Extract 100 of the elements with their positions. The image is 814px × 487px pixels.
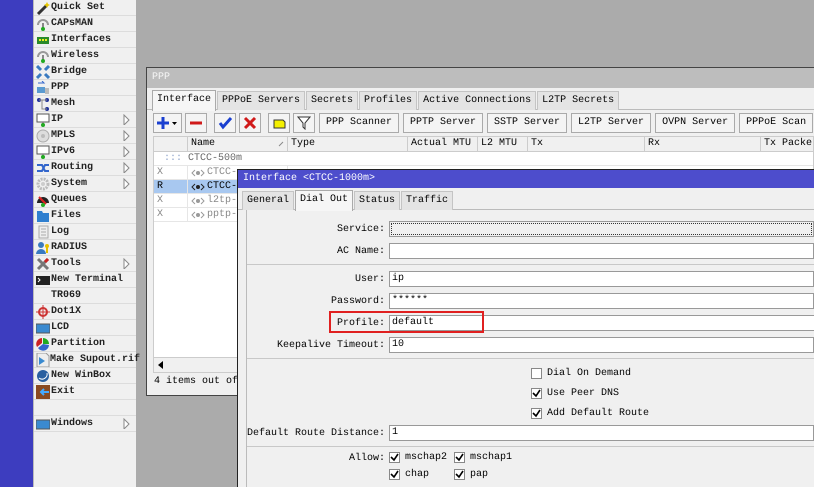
menu-item[interactable]: Dot1X	[34, 304, 136, 320]
checkbox[interactable]	[389, 452, 400, 463]
column-header[interactable]: Actual MTU	[408, 137, 478, 151]
column-header[interactable]: L2 MTU	[478, 137, 528, 151]
tab[interactable]: Active Connections	[418, 91, 536, 110]
input-field[interactable]: ip	[389, 271, 814, 287]
mesh-icon	[36, 96, 50, 110]
input-field[interactable]: default	[389, 315, 814, 331]
column-header[interactable]: Tx Packe	[761, 137, 814, 151]
submenu-arrow-icon	[123, 114, 130, 125]
menu-item[interactable]: RADIUS	[34, 240, 136, 256]
window-title: Interface <CTCC-1000m>	[238, 170, 814, 188]
checkbox[interactable]	[454, 469, 465, 480]
toolbar-button[interactable]: PPP Scanner	[319, 113, 400, 133]
tab[interactable]: Profiles	[359, 91, 418, 110]
checkbox[interactable]	[531, 408, 542, 418]
field-label: Keepalive Timeout:	[276, 340, 385, 350]
user-key-icon	[36, 240, 50, 254]
remove-button[interactable]	[185, 113, 207, 133]
column-header[interactable]: Type	[288, 137, 408, 151]
menu-item[interactable]: Mesh	[34, 96, 136, 112]
check-icon	[218, 116, 232, 130]
enable-button[interactable]	[214, 113, 236, 133]
input-field[interactable]: 1	[389, 425, 814, 441]
column-header[interactable]: Rx	[645, 137, 761, 151]
tab[interactable]: Traffic	[401, 191, 454, 210]
add-button[interactable]	[153, 113, 182, 133]
checkbox[interactable]	[531, 368, 542, 378]
menu-item[interactable]: Windows	[34, 416, 136, 432]
checkbox-label: chap	[405, 469, 430, 480]
disable-button[interactable]	[239, 113, 261, 133]
antenna-icon	[36, 16, 50, 30]
tab[interactable]: Dial Out	[295, 190, 354, 211]
menu-item[interactable]: Routing	[34, 160, 136, 176]
tab[interactable]: Status	[354, 191, 400, 210]
link-icon	[191, 182, 205, 190]
field-label: Default Route Distance:	[246, 428, 385, 438]
input-field[interactable]: ******	[389, 293, 814, 309]
input-field[interactable]	[389, 243, 814, 259]
menu-item[interactable]: IP	[34, 112, 136, 128]
tab[interactable]: L2TP Secrets	[537, 91, 620, 110]
horizontal-scrollbar[interactable]	[154, 357, 239, 372]
globe-icon	[36, 368, 50, 382]
checkbox[interactable]	[389, 469, 400, 480]
menu-item[interactable]: CAPsMAN	[34, 16, 136, 32]
comment-button[interactable]	[268, 113, 290, 133]
file-arrow-icon	[36, 352, 50, 366]
menu-item[interactable]: New WinBox	[34, 368, 136, 384]
scroll-left-icon	[158, 361, 164, 369]
comment-row-text: ::: CTCC-500m	[163, 152, 242, 165]
menu-item[interactable]: Tools	[34, 256, 136, 272]
table-cell: X	[154, 208, 188, 221]
arrows-icon	[36, 64, 50, 78]
plus-icon	[157, 116, 178, 130]
menu-item[interactable]: Partition	[34, 336, 136, 352]
menu-item[interactable]: Wireless	[34, 48, 136, 64]
column-header[interactable]: Tx	[528, 137, 645, 151]
menu-item[interactable]: Exit	[34, 384, 136, 400]
checkbox[interactable]	[454, 452, 465, 463]
toolbar-button[interactable]: PPPoE Scan	[739, 113, 814, 133]
menu-item[interactable]: MPLS	[34, 128, 136, 144]
menu-item[interactable]: Interfaces	[34, 32, 136, 48]
menu-item[interactable]: Bridge	[34, 64, 136, 80]
checkbox[interactable]	[531, 388, 542, 398]
toolbar-button[interactable]: L2TP Server	[571, 113, 652, 133]
toolbar-button[interactable]: OVPN Server	[655, 113, 736, 133]
input-field[interactable]: 10	[389, 337, 814, 353]
field-label: User:	[354, 274, 385, 284]
menu-item[interactable]: Files	[34, 208, 136, 224]
submenu-arrow-icon	[123, 178, 130, 189]
tab[interactable]: General	[242, 191, 294, 210]
antenna-icon	[36, 48, 50, 62]
menu-item[interactable]: New Terminal	[34, 272, 136, 288]
input-field[interactable]	[389, 221, 814, 237]
folder-icon	[36, 208, 50, 222]
link-icon	[191, 196, 205, 204]
toolbar-button[interactable]: PPTP Server	[403, 113, 484, 133]
menu-item[interactable]: Queues	[34, 192, 136, 208]
checkbox-label: Dial On Demand	[547, 368, 632, 378]
menu-item[interactable]: System	[34, 176, 136, 192]
ip-icon	[36, 112, 50, 126]
menu-item[interactable]: Log	[34, 224, 136, 240]
filter-button[interactable]	[293, 113, 315, 133]
pie-icon	[36, 336, 50, 350]
tab[interactable]: Interface	[152, 90, 216, 111]
target-icon	[36, 304, 50, 318]
checkbox-label: pap	[470, 469, 488, 480]
menu-item[interactable]: PPP	[34, 80, 136, 96]
menu-item[interactable]: TR069	[34, 288, 136, 304]
menu-item[interactable]: IPv6	[34, 144, 136, 160]
tab[interactable]: PPPoE Servers	[217, 91, 306, 110]
checkbox-label: Use Peer DNS	[547, 388, 620, 398]
tab[interactable]: Secrets	[306, 91, 358, 110]
column-header[interactable]: Name	[188, 137, 288, 151]
toolbar-button[interactable]: SSTP Server	[487, 113, 568, 133]
menu-item[interactable]: Quick Set	[34, 0, 136, 16]
screen-icon	[36, 416, 50, 430]
menu-item[interactable]: LCD	[34, 320, 136, 336]
sort-icon	[278, 141, 284, 147]
checkbox-label: Add Default Route	[547, 408, 650, 418]
